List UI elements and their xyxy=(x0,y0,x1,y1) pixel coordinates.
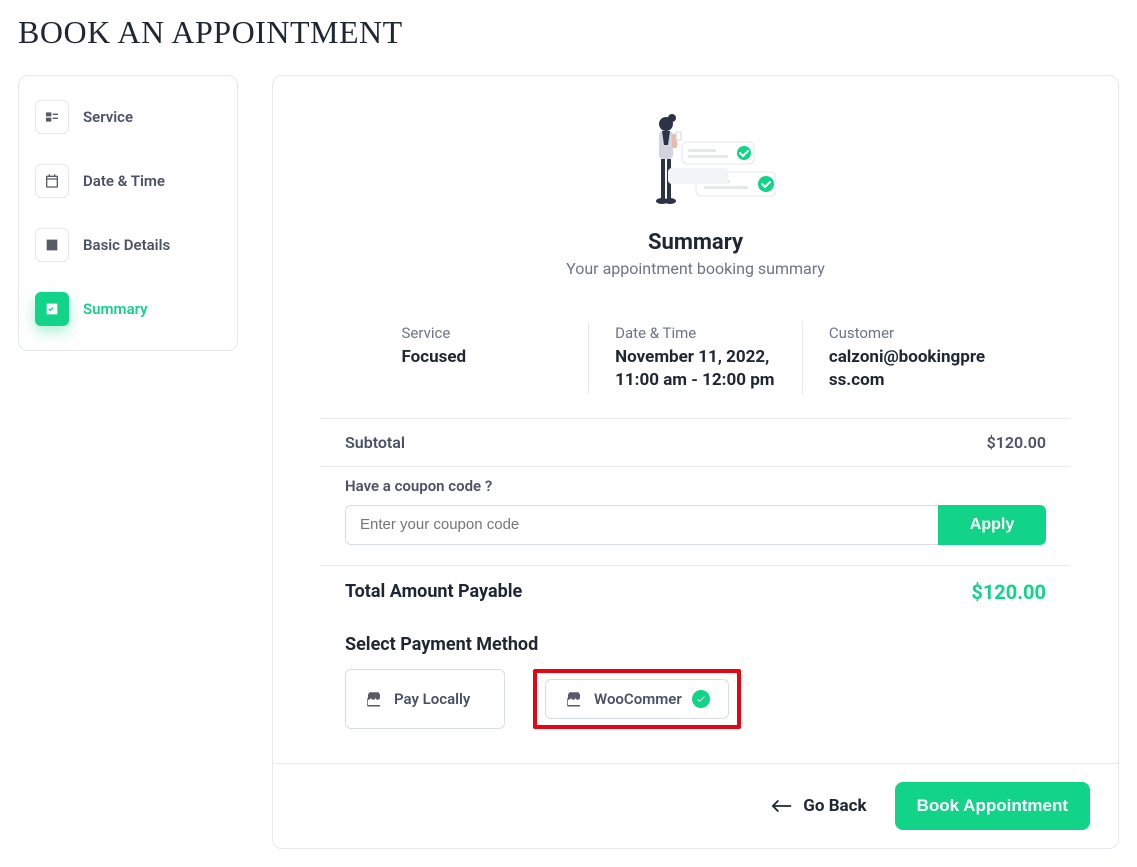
payment-option-woocommerce[interactable]: WooCommer xyxy=(545,679,729,719)
detail-value: Focused xyxy=(402,346,563,369)
detail-customer: Customer calzoni@bookingpress.com xyxy=(803,322,1016,394)
total-value: $120.00 xyxy=(971,580,1046,604)
coupon-label: Have a coupon code ? xyxy=(345,477,1046,495)
detail-value: calzoni@bookingpress.com xyxy=(829,346,990,392)
sidebar-item-label: Basic Details xyxy=(83,236,170,254)
hero: Summary Your appointment booking summary xyxy=(321,104,1070,292)
subtotal-row: Subtotal $120.00 xyxy=(321,419,1070,466)
subtotal-value: $120.00 xyxy=(987,433,1046,452)
payment-header: Select Payment Method xyxy=(321,626,1070,669)
total-label: Total Amount Payable xyxy=(345,581,522,602)
total-row: Total Amount Payable $120.00 xyxy=(321,566,1070,626)
layout: Service Date & Time Basic Details Summar… xyxy=(18,75,1119,849)
sidebar-item-label: Summary xyxy=(83,300,148,318)
sidebar-item-summary[interactable]: Summary xyxy=(35,286,221,332)
go-back-button[interactable]: Go Back xyxy=(771,796,866,816)
calendar-icon xyxy=(35,164,69,198)
sidebar-item-service[interactable]: Service xyxy=(35,94,221,140)
detail-label: Date & Time xyxy=(615,324,776,342)
page-title: BOOK AN APPOINTMENT xyxy=(18,0,1119,75)
payment-option-pay-locally[interactable]: Pay Locally xyxy=(345,669,505,729)
arrow-left-icon xyxy=(771,798,793,814)
summary-heading: Summary xyxy=(648,230,743,255)
payment-options: Pay Locally WooCommer xyxy=(321,669,1070,753)
store-icon xyxy=(564,690,584,708)
subtotal-label: Subtotal xyxy=(345,433,405,452)
payment-option-label: Pay Locally xyxy=(394,690,470,708)
summary-icon xyxy=(35,292,69,326)
payment-option-label: WooCommer xyxy=(594,690,682,708)
highlight-woocommerce: WooCommer xyxy=(533,669,741,729)
summary-subheading: Your appointment booking summary xyxy=(566,259,825,278)
sidebar-item-label: Date & Time xyxy=(83,172,165,190)
book-appointment-button[interactable]: Book Appointment xyxy=(895,782,1090,830)
detail-service: Service Focused xyxy=(376,322,590,394)
sidebar-item-datetime[interactable]: Date & Time xyxy=(35,158,221,204)
store-icon xyxy=(364,690,384,708)
detail-label: Service xyxy=(402,324,563,342)
details-icon xyxy=(35,228,69,262)
content: Summary Your appointment booking summary… xyxy=(273,76,1118,763)
coupon-apply-button[interactable]: Apply xyxy=(938,505,1046,545)
sidebar-item-label: Service xyxy=(83,108,133,126)
detail-row: Service Focused Date & Time November 11,… xyxy=(376,322,1016,394)
coupon-block: Have a coupon code ? Apply xyxy=(321,467,1070,565)
main-card: Summary Your appointment booking summary… xyxy=(272,75,1119,849)
sidebar: Service Date & Time Basic Details Summar… xyxy=(18,75,238,351)
detail-datetime: Date & Time November 11, 2022, 11:00 am … xyxy=(589,322,803,394)
detail-value: November 11, 2022, 11:00 am - 12:00 pm xyxy=(615,346,776,392)
footer: Go Back Book Appointment xyxy=(273,763,1118,848)
check-icon xyxy=(692,690,710,708)
detail-label: Customer xyxy=(829,324,990,342)
coupon-input[interactable] xyxy=(345,505,938,545)
summary-illustration xyxy=(616,112,776,222)
sidebar-item-basic-details[interactable]: Basic Details xyxy=(35,222,221,268)
go-back-label: Go Back xyxy=(803,796,866,816)
list-icon xyxy=(35,100,69,134)
